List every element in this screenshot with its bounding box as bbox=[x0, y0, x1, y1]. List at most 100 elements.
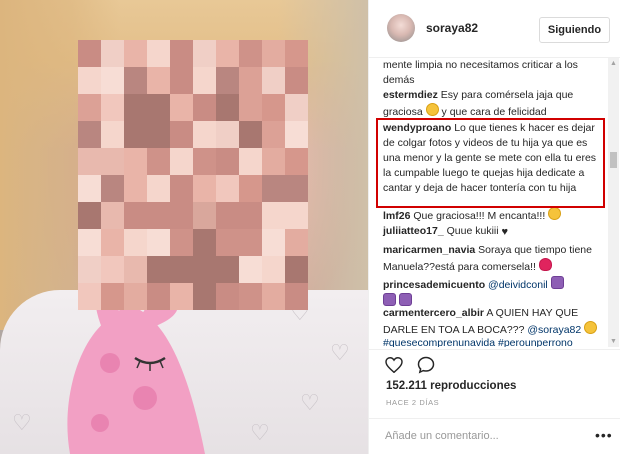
mosaic-tile bbox=[78, 256, 101, 283]
mosaic-tile bbox=[285, 202, 308, 229]
mosaic-tile bbox=[124, 202, 147, 229]
mosaic-tile bbox=[101, 121, 124, 148]
following-button[interactable]: Siguiendo bbox=[539, 17, 610, 43]
mosaic-tile bbox=[147, 40, 170, 67]
post-photo[interactable]: ♡ ♡ ♡ ♡ ♡ bbox=[0, 0, 368, 454]
comments-scrollbar[interactable]: ▲ ▼ bbox=[608, 58, 619, 347]
comment-username[interactable]: carmentercero_albir bbox=[383, 307, 484, 319]
comment-hashtags[interactable]: #quesecomprenunavida #perounperrono bbox=[383, 337, 573, 347]
comment-username[interactable]: princesademicuento bbox=[383, 279, 485, 291]
comment-input[interactable]: Añade un comentario... bbox=[385, 430, 499, 442]
pixelated-face-region bbox=[78, 40, 308, 310]
mosaic-tile bbox=[170, 229, 193, 256]
views-count: 152.211 reproducciones bbox=[386, 380, 517, 392]
comment-username[interactable]: maricarmen_navia bbox=[383, 244, 475, 256]
heart-print-icon: ♡ bbox=[250, 420, 270, 445]
mosaic-tile bbox=[147, 121, 170, 148]
mosaic-tile bbox=[170, 283, 193, 310]
mosaic-tile bbox=[124, 148, 147, 175]
comment-item: juliiatteo17_ Quue kukiii ♥ bbox=[383, 224, 599, 240]
mosaic-tile bbox=[78, 148, 101, 175]
mosaic-tile bbox=[262, 148, 285, 175]
mosaic-tile bbox=[239, 229, 262, 256]
mosaic-tile bbox=[216, 94, 239, 121]
mosaic-tile bbox=[239, 148, 262, 175]
comment-username[interactable]: lmf26 bbox=[383, 210, 410, 222]
comment-mention[interactable]: @soraya82 bbox=[527, 324, 581, 336]
mosaic-tile bbox=[285, 40, 308, 67]
post-timestamp[interactable]: HACE 2 DÍAS bbox=[386, 398, 439, 407]
mosaic-tile bbox=[285, 148, 308, 175]
mosaic-tile bbox=[101, 67, 124, 94]
mosaic-tile bbox=[262, 283, 285, 310]
scroll-thumb[interactable] bbox=[610, 152, 617, 168]
mosaic-tile bbox=[170, 148, 193, 175]
mosaic-tile bbox=[262, 256, 285, 283]
smile-emoji-icon bbox=[425, 103, 439, 116]
mosaic-tile bbox=[193, 202, 216, 229]
mosaic-tile bbox=[147, 202, 170, 229]
mosaic-tile bbox=[101, 256, 124, 283]
mosaic-tile bbox=[170, 256, 193, 283]
heart-print-icon: ♡ bbox=[330, 340, 350, 365]
mosaic-tile bbox=[239, 283, 262, 310]
mosaic-tile bbox=[193, 67, 216, 94]
mosaic-tile bbox=[170, 202, 193, 229]
mosaic-tile bbox=[262, 94, 285, 121]
mosaic-tile bbox=[78, 121, 101, 148]
mosaic-tile bbox=[101, 202, 124, 229]
mosaic-tile bbox=[101, 283, 124, 310]
mosaic-tile bbox=[285, 121, 308, 148]
heart-outline-icon[interactable] bbox=[385, 357, 403, 373]
mosaic-tile bbox=[78, 229, 101, 256]
comment-text: mente limpia no necesitamos criticar a l… bbox=[383, 59, 578, 86]
scroll-down-arrow-icon[interactable]: ▼ bbox=[608, 336, 619, 347]
mosaic-tile bbox=[170, 40, 193, 67]
mosaic-tile bbox=[262, 40, 285, 67]
mosaic-tile bbox=[124, 67, 147, 94]
smile-emoji-icon bbox=[548, 207, 562, 220]
mosaic-tile bbox=[193, 175, 216, 202]
comment-mention[interactable]: @deividconil bbox=[488, 279, 548, 291]
mosaic-tile bbox=[216, 283, 239, 310]
mosaic-tile bbox=[285, 283, 308, 310]
mosaic-tile bbox=[124, 94, 147, 121]
mosaic-tile bbox=[285, 94, 308, 121]
mosaic-tile bbox=[239, 256, 262, 283]
highlight-box bbox=[376, 118, 605, 208]
mosaic-tile bbox=[147, 94, 170, 121]
mosaic-tile bbox=[147, 229, 170, 256]
mosaic-tile bbox=[193, 121, 216, 148]
mosaic-tile bbox=[78, 202, 101, 229]
comment-item: estermdiez Esy para comérsela jaja que g… bbox=[383, 88, 599, 120]
avatar[interactable] bbox=[387, 14, 415, 42]
mosaic-tile bbox=[285, 229, 308, 256]
mosaic-tile bbox=[147, 283, 170, 310]
mosaic-tile bbox=[124, 175, 147, 202]
mosaic-tile bbox=[285, 67, 308, 94]
mosaic-tile bbox=[239, 94, 262, 121]
mosaic-tile bbox=[101, 94, 124, 121]
scroll-up-arrow-icon[interactable]: ▲ bbox=[608, 58, 619, 69]
mosaic-tile bbox=[239, 202, 262, 229]
mosaic-tile bbox=[216, 67, 239, 94]
heart-print-icon: ♡ bbox=[12, 410, 32, 435]
comment-item: #quesecomprenunavida #perounperrono bbox=[383, 336, 599, 347]
mosaic-tile bbox=[193, 229, 216, 256]
comment-username[interactable]: estermdiez bbox=[383, 89, 438, 101]
heart-eyes-emoji-icon bbox=[538, 258, 552, 271]
more-options-icon[interactable]: ••• bbox=[595, 427, 613, 443]
smile-emoji-icon bbox=[584, 321, 598, 334]
mosaic-tile bbox=[216, 40, 239, 67]
mosaic-tile bbox=[101, 229, 124, 256]
post-author-username[interactable]: soraya82 bbox=[426, 21, 478, 35]
comment-username[interactable]: juliiatteo17_ bbox=[383, 225, 444, 237]
mosaic-tile bbox=[124, 121, 147, 148]
mosaic-tile bbox=[193, 256, 216, 283]
mosaic-tile bbox=[101, 40, 124, 67]
mosaic-tile bbox=[147, 148, 170, 175]
speech-bubble-icon[interactable] bbox=[417, 356, 435, 374]
add-comment-bar: Añade un comentario... ••• bbox=[369, 418, 620, 455]
black-heart-icon: ♥ bbox=[501, 226, 509, 238]
mosaic-tile bbox=[124, 40, 147, 67]
